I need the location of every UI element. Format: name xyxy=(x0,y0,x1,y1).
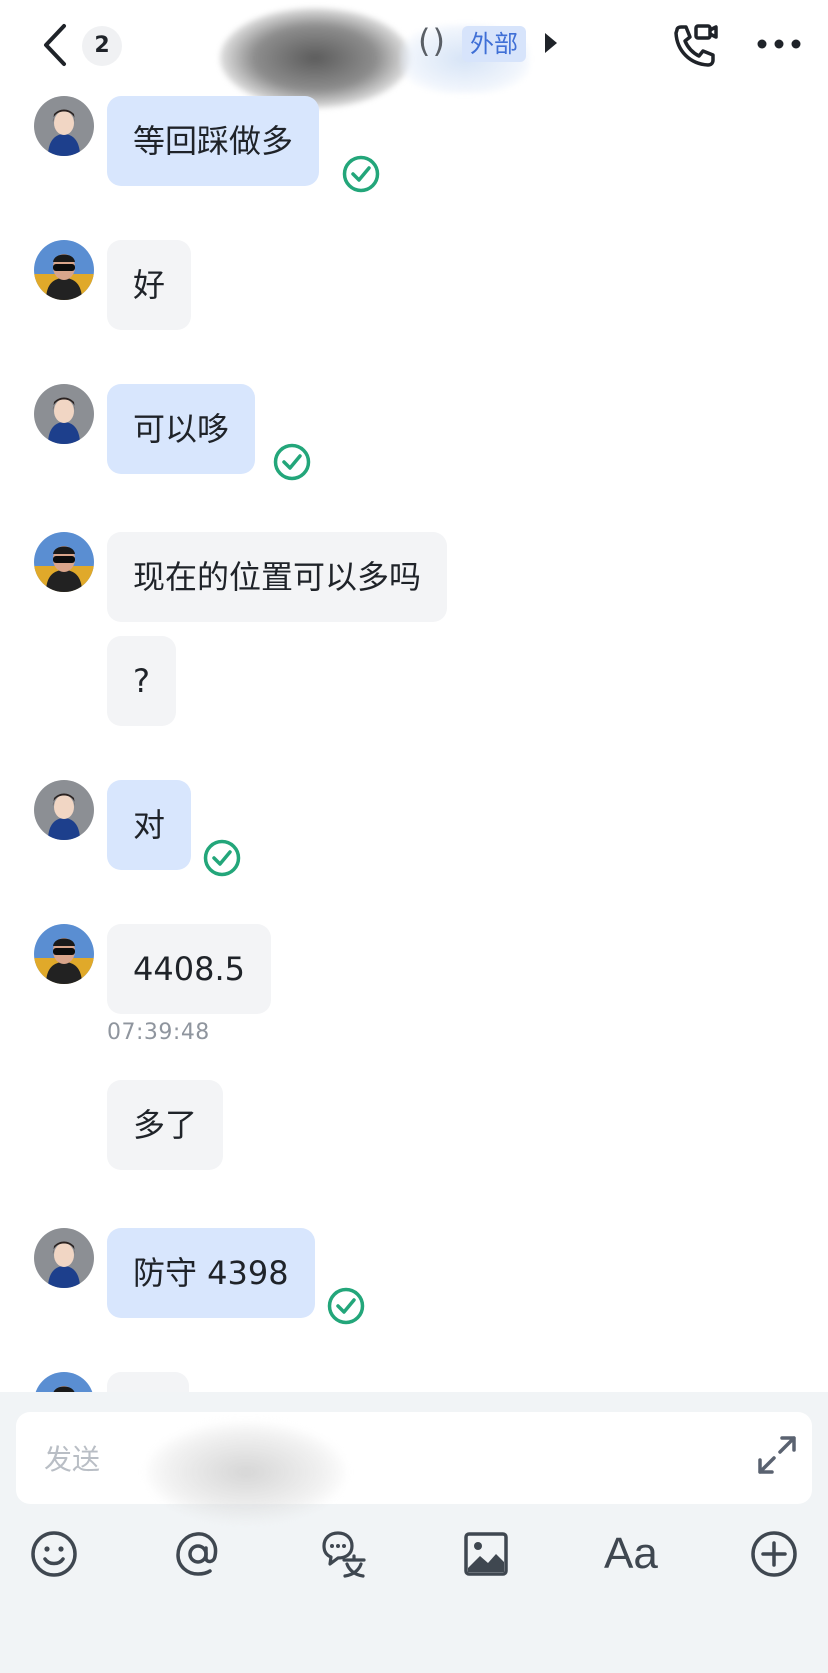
message-row: 可以哆 xyxy=(0,384,828,484)
message-bubble-partial[interactable] xyxy=(107,1372,189,1392)
chevron-left-icon[interactable] xyxy=(38,22,72,68)
composer: 发送 Aa xyxy=(0,1392,828,1673)
read-check-icon xyxy=(273,443,311,481)
avatar-self[interactable] xyxy=(34,96,94,156)
message-row: 现在的位置可以多吗 ? xyxy=(0,532,828,732)
input-placeholder: 发送 xyxy=(44,1443,101,1476)
composer-toolbar: Aa xyxy=(0,1528,828,1588)
emoji-icon[interactable] xyxy=(28,1528,80,1580)
message-row: 好 xyxy=(0,240,828,340)
caret-right-icon[interactable] xyxy=(544,32,558,54)
message-row: 等回踩做多 xyxy=(0,96,828,196)
more-icon[interactable] xyxy=(756,38,802,50)
mention-icon[interactable] xyxy=(172,1528,224,1580)
expand-icon[interactable] xyxy=(756,1434,798,1476)
read-check-icon xyxy=(203,839,241,877)
message-row: 防守 4398 xyxy=(0,1228,828,1328)
message-bubble[interactable]: 对 xyxy=(107,780,192,870)
redacted-placeholder xyxy=(146,1422,346,1522)
avatar-self[interactable] xyxy=(34,1228,94,1288)
chat-header: 2 () 外部 xyxy=(0,0,828,108)
avatar-other[interactable] xyxy=(34,532,94,592)
font-format-icon[interactable]: Aa xyxy=(604,1528,658,1580)
unread-count-badge[interactable]: 2 xyxy=(82,26,122,66)
chat-title-paren: () xyxy=(418,22,447,60)
message-bubble[interactable]: 可以哆 xyxy=(107,384,256,474)
message-bubble[interactable]: 防守 4398 xyxy=(107,1228,315,1318)
read-check-icon xyxy=(342,155,380,193)
message-bubble[interactable]: 多了 xyxy=(107,1080,224,1170)
message-input[interactable]: 发送 xyxy=(16,1412,812,1522)
avatar-self[interactable] xyxy=(34,780,94,840)
add-icon[interactable] xyxy=(748,1528,800,1580)
image-icon[interactable] xyxy=(460,1528,512,1580)
message-bubble[interactable]: 现在的位置可以多吗 xyxy=(107,532,448,622)
chat-screen: 2 () 外部 等回踩做多 好 可以哆 现在的位置可以多吗 ? 对 4408.5… xyxy=(0,0,828,1673)
avatar-other[interactable] xyxy=(34,1372,94,1392)
message-row-partial xyxy=(0,1372,828,1392)
message-list[interactable]: 等回踩做多 好 可以哆 现在的位置可以多吗 ? 对 4408.5 07:39:4… xyxy=(0,92,828,1392)
message-timestamp: 07:39:48 xyxy=(107,1020,210,1045)
translate-icon[interactable] xyxy=(316,1528,368,1580)
message-row: 4408.5 07:39:48 多了 xyxy=(0,924,828,1170)
avatar-other[interactable] xyxy=(34,924,94,984)
avatar-self[interactable] xyxy=(34,384,94,444)
message-bubble[interactable]: ? xyxy=(107,636,176,726)
message-bubble[interactable]: 好 xyxy=(107,240,192,330)
message-bubble[interactable]: 4408.5 xyxy=(107,924,271,1014)
external-tag: 外部 xyxy=(462,26,526,62)
message-row: 对 xyxy=(0,780,828,880)
read-check-icon xyxy=(327,1287,365,1325)
avatar-other[interactable] xyxy=(34,240,94,300)
message-bubble[interactable]: 等回踩做多 xyxy=(107,96,320,186)
video-call-icon[interactable] xyxy=(668,20,720,72)
